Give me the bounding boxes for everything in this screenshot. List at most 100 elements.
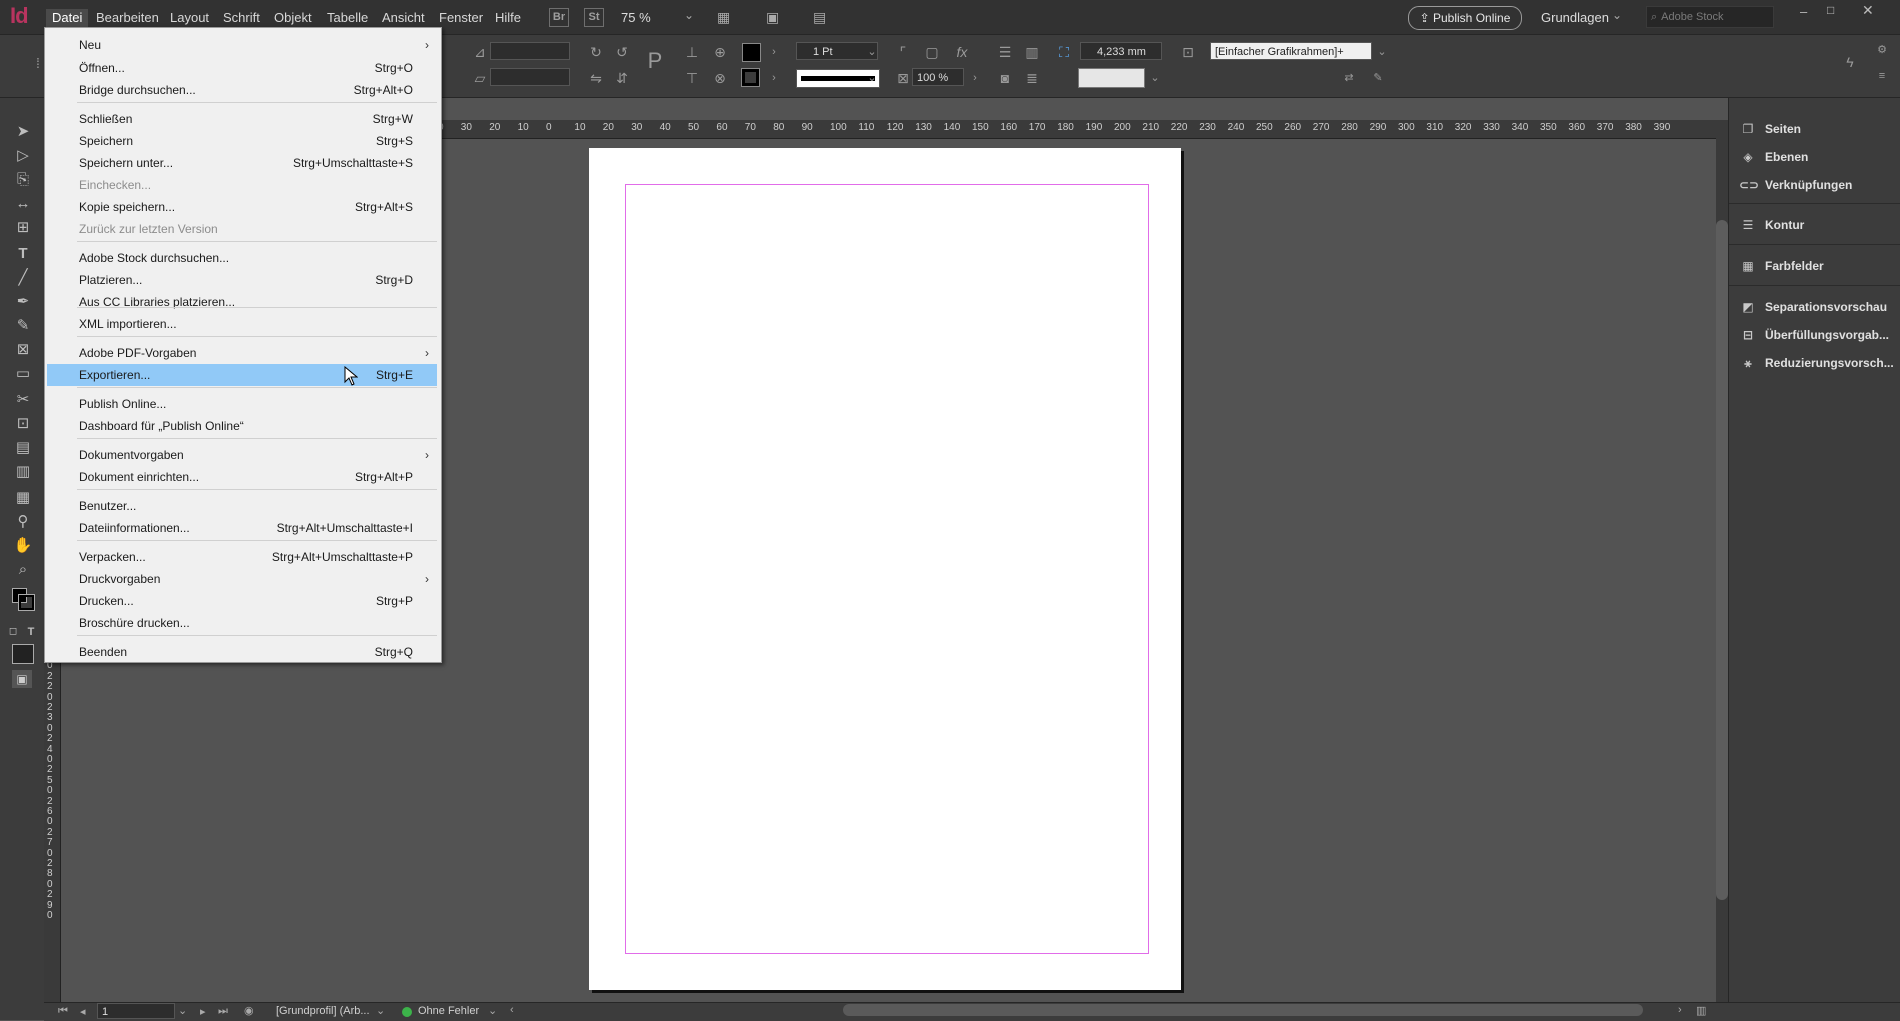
file-menu-item[interactable]: Neu ›: [47, 34, 437, 56]
file-menu-item[interactable]: Benutzer...: [47, 495, 437, 517]
workspace-chevron-down-icon[interactable]: ⌄: [1612, 8, 1622, 22]
zoom-chevron-down-icon[interactable]: ⌄: [684, 8, 694, 22]
menu-fenster[interactable]: Fenster: [433, 9, 489, 27]
page-number-field[interactable]: 1: [97, 1003, 175, 1019]
opacity-chevron-icon[interactable]: ›: [965, 68, 985, 88]
content-collector-icon[interactable]: ⊞: [12, 218, 34, 238]
file-menu-item[interactable]: Platzieren... Strg+D: [47, 269, 437, 291]
gap-tool-icon[interactable]: ↔: [12, 194, 34, 214]
file-menu-item[interactable]: Dokument einrichten... Strg+Alt+P: [47, 466, 437, 488]
flip-horizontal-icon[interactable]: ⇋: [586, 68, 606, 88]
select-container-icon[interactable]: ⊥: [682, 42, 702, 62]
scroll-left-icon[interactable]: ‹: [510, 1004, 514, 1016]
view-options-icon[interactable]: ▦: [717, 9, 730, 26]
offset-field[interactable]: 4,233 mm: [1080, 42, 1162, 60]
menu-tabelle[interactable]: Tabelle: [321, 9, 374, 27]
clear-overrides-icon[interactable]: ⇄: [1339, 68, 1359, 88]
file-menu-item[interactable]: XML importieren...: [47, 313, 437, 335]
free-transform-tool-icon[interactable]: ⊡: [12, 414, 34, 434]
text-path-icon[interactable]: P: [645, 50, 665, 72]
file-menu-item[interactable]: Öffnen... Strg+O: [47, 57, 437, 79]
format-container-icon[interactable]: ◻: [6, 622, 20, 642]
search-input[interactable]: ⌕ Adobe Stock: [1646, 6, 1774, 28]
file-menu-item[interactable]: Verpacken... Strg+Alt+Umschalttaste+P: [47, 546, 437, 568]
select-previous-icon[interactable]: ⊤: [682, 68, 702, 88]
menu-hilfe[interactable]: Hilfe: [489, 9, 527, 27]
preflight-status[interactable]: Ohne Fehler: [418, 1005, 479, 1017]
minimize-icon[interactable]: –: [1800, 4, 1807, 19]
preflight-chevron-down-icon[interactable]: ⌄: [488, 1004, 497, 1017]
fitting-preview[interactable]: [1078, 68, 1145, 88]
gradient-feather-tool-icon[interactable]: ▥: [12, 462, 34, 482]
menu-layout[interactable]: Layout: [164, 9, 215, 27]
pencil-tool-icon[interactable]: ✎: [12, 316, 34, 336]
maximize-icon[interactable]: □: [1827, 3, 1834, 17]
page-chevron-down-icon[interactable]: ⌄: [178, 1004, 187, 1017]
opacity-field[interactable]: 100 %: [912, 68, 964, 86]
stroke-type-chevron-down-icon[interactable]: ⌄: [862, 68, 882, 88]
file-menu-item[interactable]: Drucken... Strg+P: [47, 590, 437, 612]
file-menu-item[interactable]: Broschüre drucken...: [47, 612, 437, 634]
file-menu-item[interactable]: Beenden Strg+Q: [47, 641, 437, 663]
stock-button[interactable]: St: [584, 8, 604, 27]
file-menu-item[interactable]: Exportieren... Strg+E: [47, 364, 437, 386]
menu-bearbeiten[interactable]: Bearbeiten: [90, 9, 165, 27]
panel-verknuepfungen[interactable]: ⊂⊃ Verknüpfungen: [1739, 172, 1852, 198]
style-options-icon[interactable]: ✎: [1368, 68, 1388, 88]
panel-separationsvorschau[interactable]: ◩ Separationsvorschau: [1739, 294, 1887, 320]
type-tool-icon[interactable]: T: [12, 244, 34, 264]
text-wrap-bbox-icon[interactable]: ▥: [1022, 42, 1042, 62]
panel-seiten[interactable]: ❐ Seiten: [1739, 116, 1801, 142]
eyedropper-tool-icon[interactable]: ⚲: [12, 512, 34, 532]
vertical-scroll-thumb[interactable]: [1716, 220, 1728, 900]
format-text-icon[interactable]: T: [24, 622, 38, 642]
arrange-documents-icon[interactable]: ▤: [813, 9, 826, 26]
select-content-icon[interactable]: ⊕: [710, 42, 730, 62]
normal-view-icon[interactable]: [12, 644, 34, 664]
fill-chevron-icon[interactable]: ›: [764, 42, 784, 62]
rotate-cw-icon[interactable]: ↻: [586, 42, 606, 62]
flip-vertical-icon[interactable]: ⇵: [612, 68, 632, 88]
note-tool-icon[interactable]: ▦: [12, 488, 34, 508]
corner-options-icon[interactable]: ⌜: [893, 42, 913, 62]
close-icon[interactable]: ✕: [1862, 2, 1874, 19]
panel-kontur[interactable]: ☰ Kontur: [1739, 212, 1805, 238]
stroke-color-icon[interactable]: [18, 594, 35, 611]
rectangle-tool-icon[interactable]: ▭: [12, 364, 34, 384]
frame-fitting-icon[interactable]: ⛶: [1054, 42, 1074, 62]
menu-datei[interactable]: Datei: [46, 9, 89, 27]
screen-mode-icon[interactable]: ▣: [766, 9, 779, 26]
settings-gear-icon[interactable]: ⚙: [1872, 40, 1892, 60]
drop-shadow-icon[interactable]: ▢: [922, 42, 942, 62]
zoom-level[interactable]: 75 %: [621, 10, 651, 25]
first-page-icon[interactable]: ⏮: [58, 1005, 68, 1018]
effects-fx-icon[interactable]: fx: [952, 42, 972, 62]
file-menu-item[interactable]: Dokumentvorgaben ›: [47, 444, 437, 466]
scissors-tool-icon[interactable]: ✂: [12, 390, 34, 410]
gradient-tool-icon[interactable]: ▤: [12, 438, 34, 458]
menu-objekt[interactable]: Objekt: [268, 9, 318, 27]
scroll-right-icon[interactable]: ›: [1678, 1004, 1682, 1016]
file-menu-item[interactable]: Adobe Stock durchsuchen...: [47, 247, 437, 269]
workspace-switcher[interactable]: Grundlagen: [1541, 10, 1609, 25]
profile-chevron-down-icon[interactable]: ⌄: [376, 1004, 385, 1017]
panel-reduzierungsvorschau[interactable]: ⚹ Reduzierungsvorsch...: [1739, 350, 1893, 376]
lightning-icon[interactable]: ϟ: [1840, 52, 1860, 72]
rotate-ccw-icon[interactable]: ↺: [612, 42, 632, 62]
preview-mode-icon[interactable]: ▣: [12, 670, 32, 688]
direct-selection-tool-icon[interactable]: ▷: [12, 146, 34, 166]
file-menu-item[interactable]: Speichern unter... Strg+Umschalttaste+S: [47, 152, 437, 174]
pen-tool-icon[interactable]: ✒: [12, 292, 34, 312]
object-style-field[interactable]: [Einfacher Grafikrahmen]+: [1210, 42, 1372, 60]
panel-farbfelder[interactable]: ▦ Farbfelder: [1739, 253, 1823, 279]
file-menu-item[interactable]: Kopie speichern... Strg+Alt+S: [47, 196, 437, 218]
publish-online-button[interactable]: ⇪ Publish Online: [1408, 6, 1522, 30]
preflight-profile[interactable]: [Grundprofil] (Arb...: [276, 1005, 370, 1017]
file-menu-item[interactable]: Aus CC Libraries platzieren...: [47, 291, 437, 313]
file-menu-item[interactable]: Bridge durchsuchen... Strg+Alt+O: [47, 79, 437, 101]
last-page-icon[interactable]: ⏭: [218, 1005, 228, 1018]
panel-menu-icon[interactable]: ≡: [1872, 66, 1892, 86]
file-menu-item[interactable]: Dateiinformationen... Strg+Alt+Umschaltta…: [47, 517, 437, 539]
menu-schrift[interactable]: Schrift: [217, 9, 266, 27]
horizontal-scroll-thumb[interactable]: [843, 1004, 1643, 1016]
